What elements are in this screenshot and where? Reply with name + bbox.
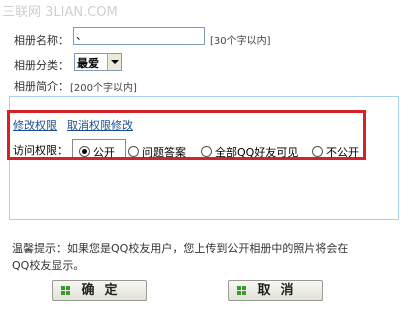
album-name-input[interactable]: 、 — [73, 27, 205, 45]
radio-option-label: 全部QQ好友可见 — [215, 146, 299, 159]
album-desc-hint: [200个字以内] — [70, 83, 137, 94]
radio-option-label: 不公开 — [326, 146, 359, 159]
notice-line-2: QQ校友显示。 — [12, 259, 85, 272]
album-category-value: 最爱 — [77, 57, 99, 70]
grid-icon — [237, 286, 246, 295]
cancel-button[interactable]: 取消 — [228, 280, 323, 301]
radio-unselected-icon[interactable] — [128, 146, 139, 157]
radio-option-question[interactable]: 问题答案 — [128, 144, 186, 160]
radio-option-private[interactable]: 不公开 — [312, 144, 359, 160]
confirm-button-label: 确定 — [81, 283, 128, 298]
notice-line-1: 温馨提示：如果您是QQ校友用户，您上传到公开相册中的照片将会在 — [12, 242, 349, 255]
album-name-label: 相册名称： — [14, 34, 69, 47]
cancel-button-label: 取消 — [257, 283, 304, 298]
modify-permission-link[interactable]: 修改权限 — [13, 117, 57, 133]
cancel-permission-link[interactable]: 取消权限修改 — [67, 117, 133, 133]
grid-icon — [61, 286, 70, 295]
radio-option-label: 问题答案 — [142, 146, 186, 159]
album-category-label: 相册分类： — [14, 59, 69, 72]
album-desc-label: 相册简介： — [14, 80, 69, 93]
radio-selected-icon[interactable] — [79, 146, 90, 157]
watermark-logo: 三联网 3LIAN.COM — [2, 5, 118, 20]
radio-option-qq-friends[interactable]: 全部QQ好友可见 — [201, 144, 298, 160]
access-permission-label: 访问权限： — [13, 144, 68, 157]
album-category-select[interactable]: 最爱 — [74, 53, 122, 71]
radio-unselected-icon[interactable] — [201, 146, 212, 157]
album-name-hint: [30个字以内] — [210, 36, 271, 47]
radio-option-label: 公开 — [93, 146, 115, 159]
chevron-down-icon[interactable] — [107, 54, 121, 70]
confirm-button[interactable]: 确定 — [52, 280, 147, 301]
radio-option-public[interactable]: 公开 — [79, 144, 115, 160]
radio-unselected-icon[interactable] — [312, 146, 323, 157]
